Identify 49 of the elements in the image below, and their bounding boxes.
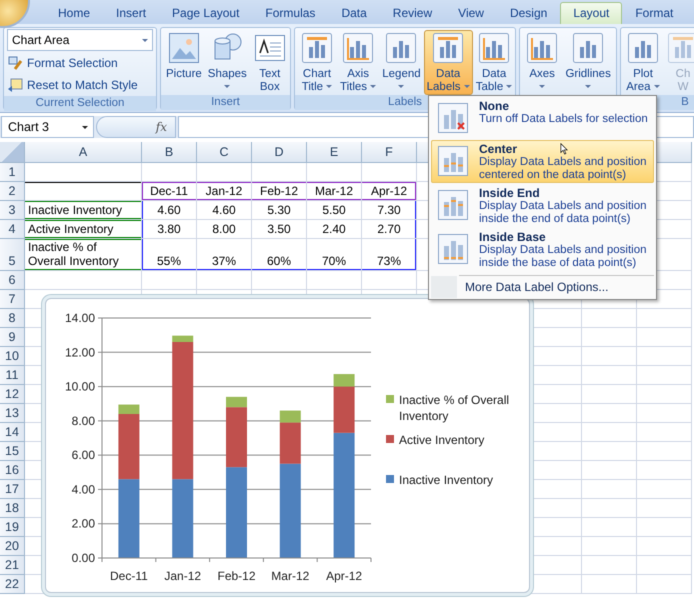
axis-label: Feb-12 bbox=[217, 569, 256, 583]
cell: 7.30 bbox=[362, 201, 417, 220]
cell: 8.00 bbox=[197, 220, 252, 239]
group-label: Insert bbox=[161, 95, 290, 110]
axis-label: Jan-12 bbox=[164, 569, 202, 583]
axis-label: 12.00 bbox=[64, 345, 95, 360]
cell: 4.60 bbox=[197, 201, 252, 220]
axis-label: 6.00 bbox=[72, 448, 95, 462]
group-label: Current Selection bbox=[4, 96, 156, 111]
menu-item-description: Display Data Labels and position inside the base of data point(s) bbox=[479, 244, 648, 270]
axis-label: 4.00 bbox=[72, 482, 95, 496]
cell: 70% bbox=[307, 239, 362, 271]
cell: Dec-11 bbox=[142, 182, 197, 201]
menu-item-title: Inside End bbox=[479, 186, 540, 200]
menu-item-description: Turn off Data Labels for selection bbox=[479, 113, 649, 126]
cell: Active Inventory bbox=[25, 220, 142, 239]
cell: 37% bbox=[197, 239, 252, 271]
cell: 5.30 bbox=[252, 201, 307, 220]
menu-item-title: Inside Base bbox=[479, 230, 546, 244]
cell: 3.50 bbox=[252, 220, 307, 239]
axis-label: 0.00 bbox=[72, 551, 95, 565]
axis-label: Mar-12 bbox=[271, 569, 310, 583]
cell: Apr-12 bbox=[362, 182, 417, 201]
cell: 55% bbox=[142, 239, 197, 271]
axis-label: Dec-11 bbox=[110, 569, 148, 583]
cell: Inactive Inventory bbox=[25, 201, 142, 220]
menu-item-description: Display Data Labels and position centered on the data point(s) bbox=[479, 156, 648, 182]
axis-label: 10.00 bbox=[64, 380, 95, 394]
cell: Inactive % of Overall Inventory bbox=[25, 239, 142, 271]
cell: 2.70 bbox=[362, 220, 417, 239]
axis-label: Apr-12 bbox=[326, 569, 362, 583]
legend-label: Inactive % of Overall Inventory bbox=[399, 392, 510, 424]
cell: 5.50 bbox=[307, 201, 362, 220]
cell: Feb-12 bbox=[252, 182, 307, 201]
legend-label: Inactive Inventory bbox=[399, 472, 494, 488]
menu-item-description: Display Data Labels and position inside the end of data point(s) bbox=[479, 200, 648, 226]
cell: 60% bbox=[252, 239, 307, 271]
cell: Mar-12 bbox=[307, 182, 362, 201]
cell: 73% bbox=[362, 239, 417, 271]
cell: 3.80 bbox=[142, 220, 197, 239]
cell: Jan-12 bbox=[197, 182, 252, 201]
menu-item-title: Center bbox=[479, 142, 518, 156]
axis-label: 14.00 bbox=[64, 311, 95, 325]
axis-label: 2.00 bbox=[72, 516, 95, 531]
legend-label: Active Inventory bbox=[399, 432, 486, 448]
axis-label: 8.00 bbox=[72, 414, 95, 428]
cell: 4.60 bbox=[142, 201, 197, 220]
menu-item-title: None bbox=[479, 99, 509, 113]
cell: 2.40 bbox=[307, 220, 362, 239]
